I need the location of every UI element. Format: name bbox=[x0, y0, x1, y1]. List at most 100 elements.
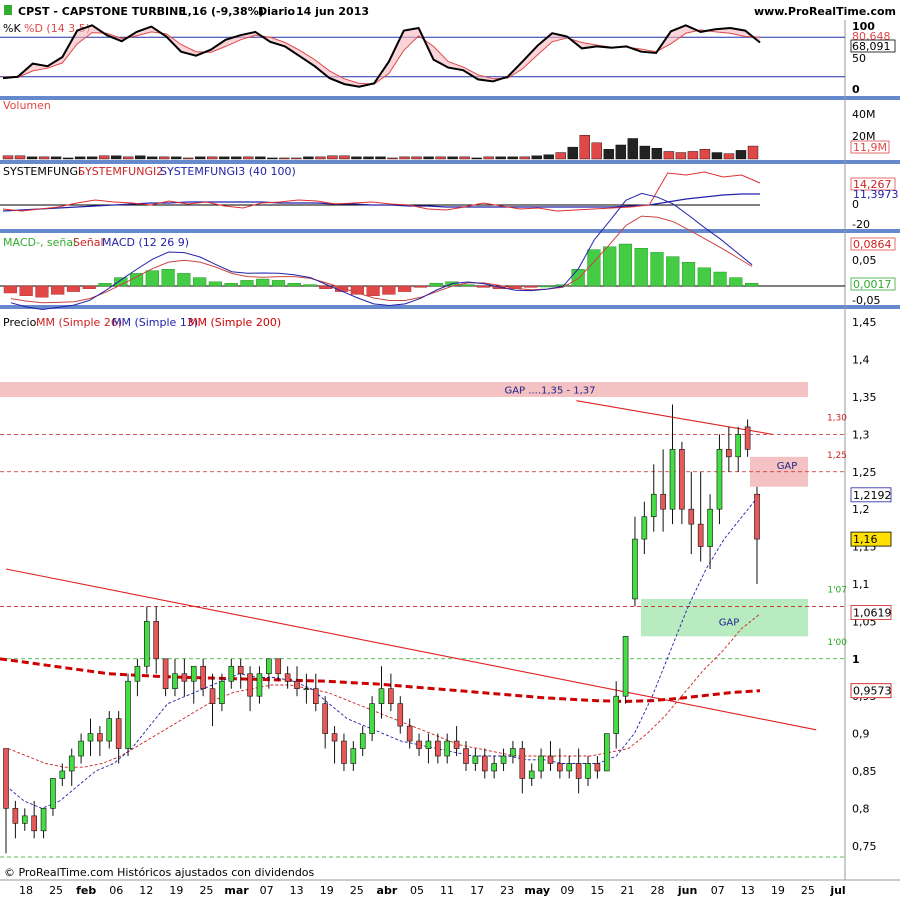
date-tick-label: may bbox=[524, 884, 550, 897]
volume-bar bbox=[327, 155, 338, 160]
candle-body bbox=[284, 673, 291, 682]
date-tick-label: 25 bbox=[350, 884, 364, 897]
systemfungi3-value: 11,3973 bbox=[853, 188, 899, 201]
candle-body bbox=[3, 748, 9, 809]
volume-bar bbox=[639, 145, 651, 160]
ma26-value-label: 1,0619 bbox=[853, 606, 892, 619]
header-date: 14 jun 2013 bbox=[296, 5, 369, 18]
volume-title: Volumen bbox=[3, 99, 51, 112]
macd-hist-bar bbox=[413, 285, 428, 288]
gap-zone bbox=[0, 382, 808, 397]
candle-body bbox=[613, 695, 619, 734]
macd-hist-bar bbox=[587, 249, 601, 287]
chart-type-icon bbox=[4, 5, 12, 15]
macd-hist-bar bbox=[398, 285, 412, 292]
candle-body bbox=[453, 740, 460, 749]
candle-body bbox=[378, 688, 385, 704]
level-label: 1'07 bbox=[827, 585, 847, 595]
candle-body bbox=[134, 665, 141, 682]
volume-bar bbox=[711, 152, 723, 160]
volume-bar bbox=[110, 155, 122, 160]
level-label: 1'00 bbox=[827, 638, 847, 648]
candle-body bbox=[369, 703, 375, 734]
candle-body bbox=[575, 763, 582, 779]
panel-separator bbox=[0, 96, 900, 100]
volume-bar bbox=[351, 156, 362, 160]
macd-hist-bar bbox=[603, 246, 617, 287]
macd-tick-005: 0,05 bbox=[852, 254, 877, 267]
date-tick-label: 23 bbox=[500, 884, 514, 897]
current-price-label: 1,16 bbox=[853, 533, 878, 546]
macd-hist-bar bbox=[66, 285, 81, 292]
volume-bar bbox=[687, 151, 699, 160]
systemfungi-tick-neg20: -20 bbox=[852, 218, 870, 231]
volume-bar bbox=[122, 156, 134, 160]
date-tick-label: 07 bbox=[260, 884, 274, 897]
volume-bar bbox=[86, 156, 98, 160]
systemfungi-legend: SYSTEMFUNGI SYSTEMFUNGI2 SYSTEMFUNGI3 (4… bbox=[3, 165, 296, 178]
volume-bar bbox=[134, 155, 146, 160]
legend-macd: MACD (12 26 9) bbox=[102, 236, 189, 249]
macd-hist-bar bbox=[240, 280, 254, 287]
level-label: 1,30 bbox=[827, 413, 847, 423]
macd-hist-bar bbox=[382, 285, 396, 295]
ma200-value-label: 0,9573 bbox=[853, 685, 892, 698]
candle-body bbox=[97, 733, 103, 742]
macd-hist-bar bbox=[524, 285, 538, 288]
candle-body bbox=[312, 688, 319, 704]
candle-body bbox=[603, 733, 610, 772]
volume-bar bbox=[435, 156, 446, 160]
systemfungi-tick-0: 0 bbox=[852, 198, 859, 211]
date-tick-label: 19 bbox=[320, 884, 334, 897]
date-tick-label: 21 bbox=[620, 884, 634, 897]
volume-bar bbox=[723, 153, 735, 160]
volume-bar bbox=[62, 157, 74, 160]
volume-bar bbox=[26, 156, 38, 160]
panel-separator bbox=[0, 305, 900, 309]
price-legend: Precio MM (Simple 26) MM (Simple 13) MM … bbox=[3, 316, 281, 329]
candle-body bbox=[294, 680, 300, 689]
candle-body bbox=[388, 688, 394, 704]
candle-body bbox=[50, 778, 56, 809]
macd-signal-value: 0,0864 bbox=[853, 238, 892, 251]
macd-hist-bar bbox=[98, 283, 112, 287]
date-tick-label: 17 bbox=[470, 884, 484, 897]
macd-hist-bar bbox=[19, 285, 33, 297]
candle-body bbox=[115, 718, 122, 749]
volume-value: 11,9M bbox=[853, 141, 887, 154]
date-tick-label: 25 bbox=[199, 884, 213, 897]
date-tick-label: 25 bbox=[49, 884, 63, 897]
volume-bar bbox=[339, 155, 350, 160]
price-tick-label: 0,75 bbox=[852, 840, 877, 853]
date-tick-label: 13 bbox=[741, 884, 755, 897]
stoch-value-k: 68,091 bbox=[852, 40, 891, 53]
stock-chart: CPST - CAPSTONE TURBINE 1,16 (-9,38%) Di… bbox=[0, 0, 900, 900]
macd-hist-bar bbox=[476, 285, 491, 288]
candle-body bbox=[237, 665, 244, 675]
candle-body bbox=[594, 763, 601, 772]
date-tick-label: feb bbox=[76, 884, 96, 897]
macd-hist-bar bbox=[161, 269, 175, 287]
candle-body bbox=[416, 740, 422, 749]
volume-bar bbox=[171, 156, 182, 160]
volume-bar bbox=[411, 156, 422, 160]
macd-legend: MACD-, señal Señal MACD (12 26 9) bbox=[3, 236, 189, 249]
candle-body bbox=[500, 755, 507, 764]
volume-bar bbox=[519, 156, 530, 160]
macd-hist-bar bbox=[3, 285, 17, 294]
date-tick-label: jun bbox=[677, 884, 697, 897]
candle-body bbox=[350, 748, 357, 764]
candle-body bbox=[322, 703, 328, 734]
volume-bar bbox=[675, 152, 687, 160]
price-tick-label: 1 bbox=[852, 653, 860, 666]
volume-bar bbox=[183, 157, 194, 160]
candle-body bbox=[125, 680, 131, 749]
macd-hist-bar bbox=[634, 247, 648, 287]
date-tick-label: 13 bbox=[290, 884, 304, 897]
volume-bar bbox=[50, 156, 62, 160]
macd-hist-bar bbox=[729, 277, 743, 287]
candle-body bbox=[697, 523, 704, 547]
candle-body bbox=[209, 688, 216, 704]
candle-body bbox=[303, 688, 310, 691]
volume-bar bbox=[255, 156, 266, 160]
